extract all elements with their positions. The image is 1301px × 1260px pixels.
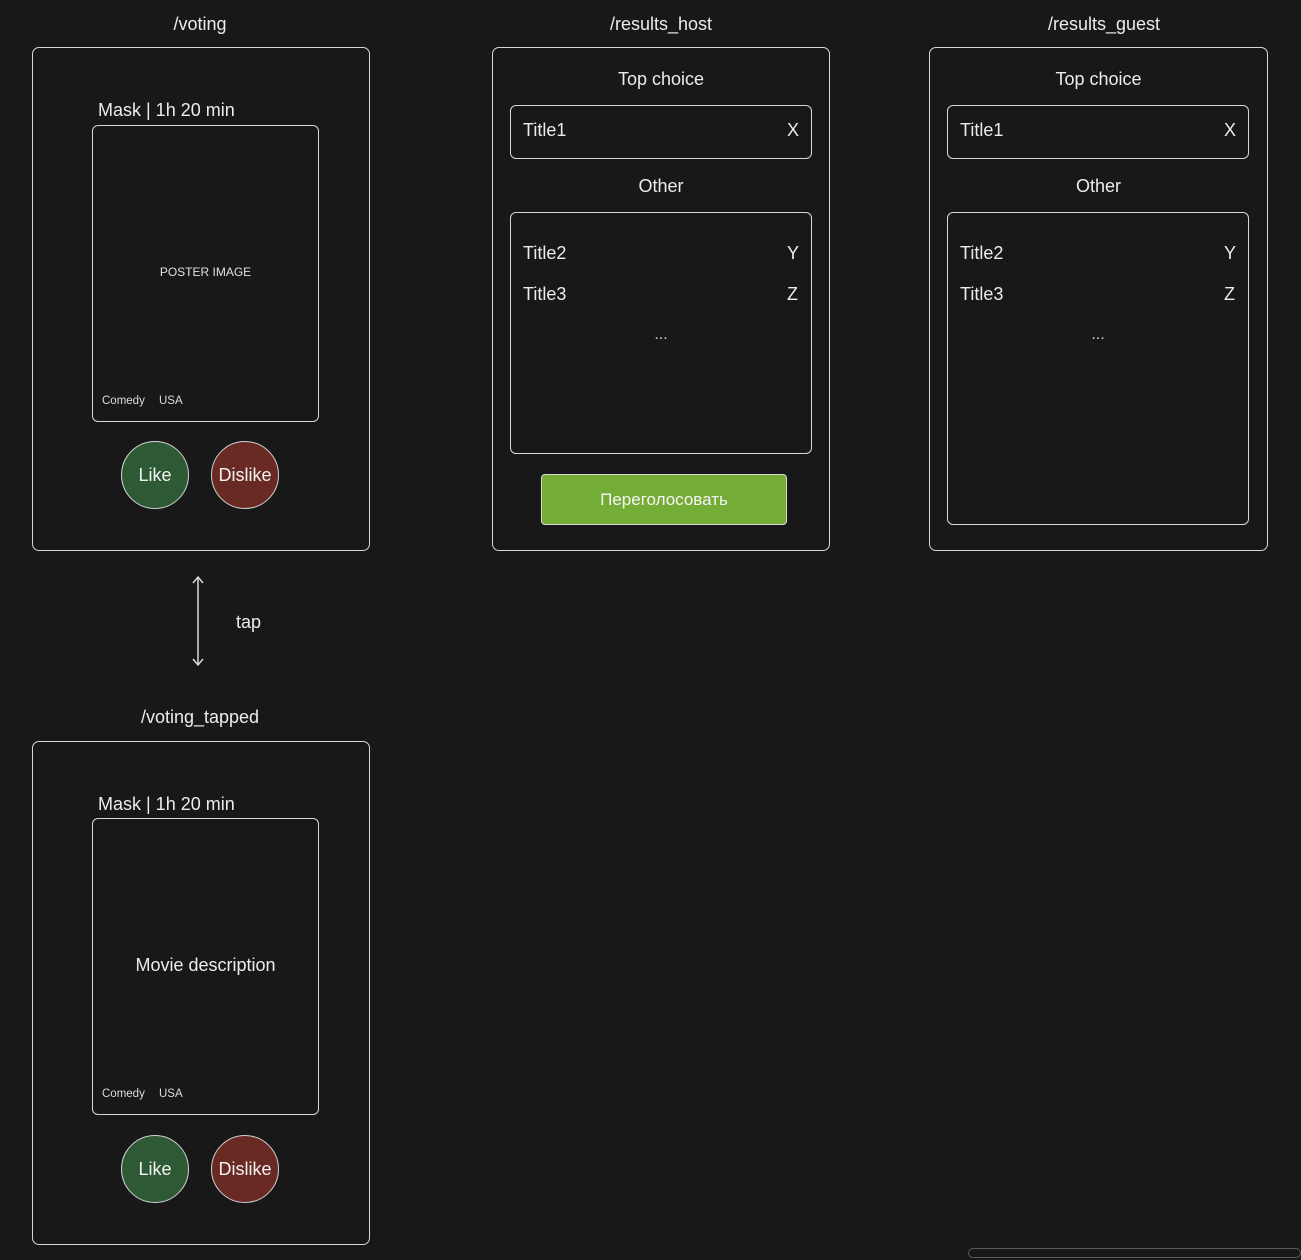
revote-button[interactable]: Переголосовать [541, 474, 787, 525]
list-item-value: Y [1224, 243, 1237, 263]
list-item-title: Title3 [960, 284, 1004, 304]
poster-image-placeholder: POSTER IMAGE [159, 265, 252, 279]
genre-tag: Comedy [102, 1088, 145, 1100]
top-choice-heading: Top choice [1055, 69, 1142, 89]
genre-tag: Comedy [102, 395, 145, 407]
movie-description: Movie description [135, 955, 276, 975]
like-button[interactable]: Like [121, 441, 189, 509]
list-item-value: Z [787, 284, 798, 304]
like-button[interactable]: Like [121, 1135, 189, 1203]
top-choice-value: X [787, 120, 800, 140]
top-choice-value: X [1224, 120, 1237, 140]
list-item-title: Title2 [960, 243, 1004, 263]
movie-title: Mask | 1h 20 min [98, 100, 235, 120]
list-item-title: Title2 [523, 243, 567, 263]
list-item-value: Z [1224, 284, 1235, 304]
list-item-value: Y [787, 243, 800, 263]
route-label-voting: /voting [173, 14, 227, 34]
dislike-button[interactable]: Dislike [211, 441, 279, 509]
list-item-title: Title3 [523, 284, 567, 304]
more-indicator: ... [1091, 326, 1105, 343]
horizontal-scrollbar[interactable] [968, 1248, 1301, 1258]
route-label-results-guest: /results_guest [1047, 14, 1161, 34]
double-arrow-icon [192, 575, 204, 667]
more-indicator: ... [654, 326, 668, 343]
dislike-button[interactable]: Dislike [211, 1135, 279, 1203]
top-choice-title: Title1 [523, 120, 567, 140]
route-label-voting-tapped: /voting_tapped [140, 707, 260, 727]
other-heading: Other [1075, 176, 1122, 196]
country-tag: USA [159, 395, 183, 407]
movie-title: Mask | 1h 20 min [98, 794, 235, 814]
route-label-results-host: /results_host [609, 14, 713, 34]
country-tag: USA [159, 1088, 183, 1100]
top-choice-title: Title1 [960, 120, 1004, 140]
top-choice-heading: Top choice [617, 69, 705, 89]
transition-label: tap [236, 612, 262, 632]
other-heading: Other [638, 176, 684, 196]
